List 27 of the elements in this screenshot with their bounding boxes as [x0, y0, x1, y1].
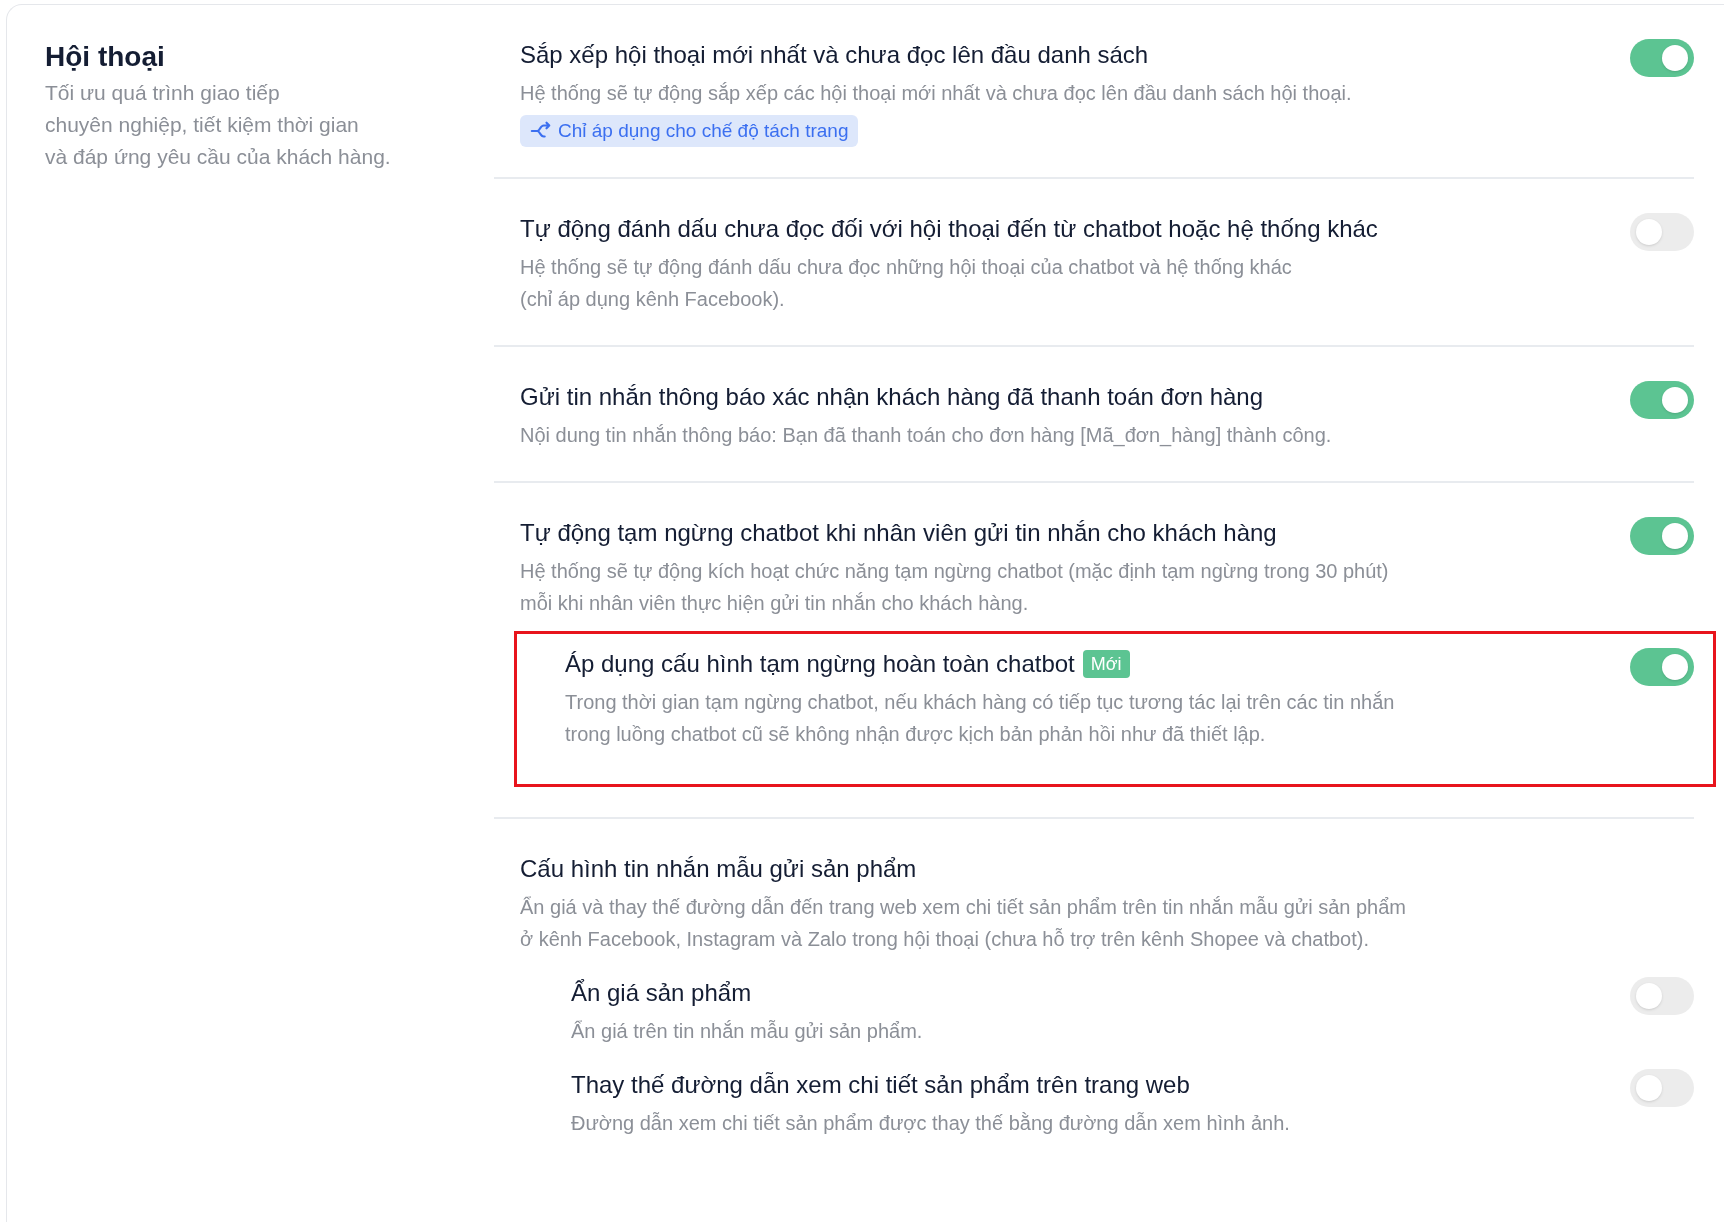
setting-description: Ẩn giá và thay thế đường dẫn đến trang web xem chi tiết sản phẩm trên tin nhắn mẫu gửi sản phẩm ở kênh Facebook, Instagram và Zalo trong hội thoại (chưa hỗ trợ trên kênh Shopee và chatbot).	[520, 895, 1406, 952]
setting-title: Cấu hình tin nhắn mẫu gửi sản phẩm	[520, 854, 918, 884]
toggle-switch[interactable]	[1630, 977, 1694, 1015]
toggle-switch[interactable]	[1630, 648, 1694, 686]
toggle-switch[interactable]	[1630, 517, 1694, 555]
setting-title: Thay thế đường dẫn xem chi tiết sản phẩm trên trang web	[571, 1070, 1190, 1100]
setting-title: Tự động đánh dấu chưa đọc đối với hội thoại đến từ chatbot hoặc hệ thống khác	[520, 214, 1378, 244]
toggle-switch[interactable]	[1630, 1069, 1694, 1107]
new-badge: Mới	[1082, 650, 1130, 678]
toggle-switch[interactable]	[1630, 39, 1694, 77]
setting-description: Ẩn giá trên tin nhắn mẫu gửi sản phẩm.	[571, 1019, 923, 1044]
setting-description: Hệ thống sẽ tự động đánh dấu chưa đọc những hội thoại của chatbot và hệ thống khác (chỉ áp dụng kênh Facebook).	[520, 255, 1293, 312]
setting-description: Nội dung tin nhắn thông báo: Bạn đã thanh toán cho đơn hàng [Mã_đơn_hàng] thành công.	[520, 423, 1332, 449]
setting-description: Hệ thống sẽ tự động kích hoạt chức năng tạm ngừng chatbot (mặc định tạm ngừng trong 30 phút) mỗi khi nhân viên thực hiện gửi tin nhắn cho khách hàng.	[520, 559, 1389, 616]
setting-title: Áp dụng cấu hình tạm ngừng hoàn toàn chatbot	[565, 649, 1075, 679]
tag-label: Chỉ áp dụng cho chế độ tách trang	[558, 119, 849, 143]
setting-title: Gửi tin nhắn thông báo xác nhận khách hàng đã thanh toán đơn hàng	[520, 382, 1265, 412]
section-title: Hội thoại	[45, 40, 166, 74]
setting-title: Sắp xếp hội thoại mới nhất và chưa đọc lên đầu danh sách	[520, 40, 1150, 70]
setting-title: Tự động tạm ngừng chatbot khi nhân viên gửi tin nhắn cho khách hàng	[520, 518, 1278, 548]
setting-description: Hệ thống sẽ tự động sắp xếp các hội thoại mới nhất và chưa đọc lên đầu danh sách hội thoại.	[520, 81, 1352, 106]
setting-description: Trong thời gian tạm ngừng chatbot, nếu khách hàng có tiếp tục tương tác lại trên các tin nhắn trong luồng chatbot cũ sẽ không nhận được kịch bản phản hồi như đã thiết lập.	[565, 690, 1395, 747]
setting-title: Ẩn giá sản phẩm	[571, 978, 752, 1008]
toggle-switch[interactable]	[1630, 381, 1694, 419]
section-description: Tối ưu quá trình giao tiếp chuyên nghiệp, tiết kiệm thời gian và đáp ứng yêu cầu của khách hàng.	[45, 80, 392, 170]
setting-description: Đường dẫn xem chi tiết sản phẩm được thay thế bằng đường dẫn xem hình ảnh.	[571, 1111, 1290, 1136]
toggle-switch[interactable]	[1630, 213, 1694, 251]
